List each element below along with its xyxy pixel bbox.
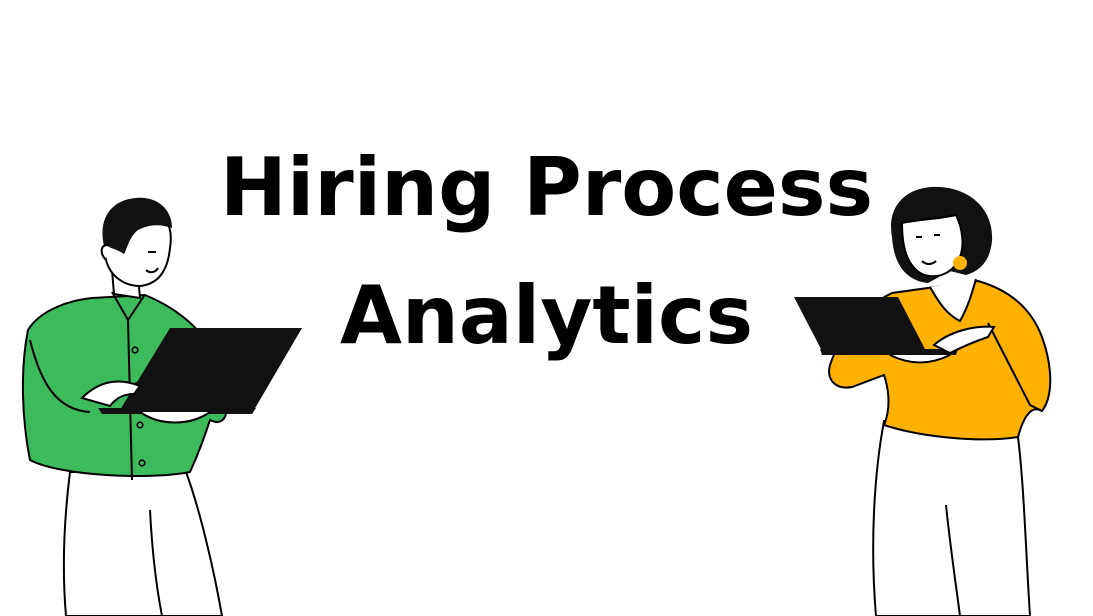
title-line-2: Analytics xyxy=(339,268,754,362)
title-line-1: Hiring Process xyxy=(219,140,874,234)
page-title: Hiring Process Analytics xyxy=(0,124,1093,380)
hero-banner: Hiring Process Analytics xyxy=(0,0,1093,616)
